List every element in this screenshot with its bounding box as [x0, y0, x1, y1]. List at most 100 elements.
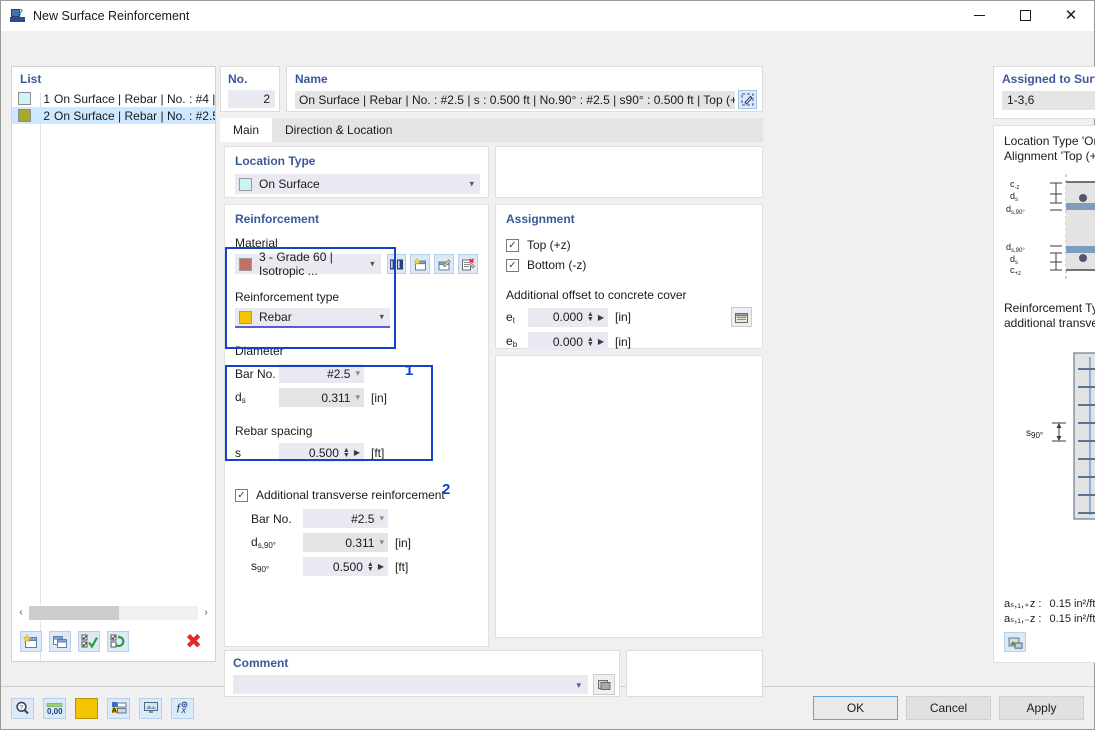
svg-text:ds,90°: ds,90° — [1006, 242, 1025, 254]
view-icon[interactable] — [139, 697, 162, 719]
transverse-reinforcement-checkbox[interactable]: ✓ — [235, 488, 248, 502]
et-value: 0.000 — [552, 310, 583, 324]
top-checkbox[interactable]: ✓ — [506, 238, 519, 252]
scroll-thumb[interactable] — [29, 605, 119, 620]
bar-no-select[interactable]: #2.5 ▾ — [279, 364, 364, 383]
list-item[interactable]: 2 On Surface | Rebar | No. : #2.5 | s : … — [12, 107, 215, 124]
delete-item-button[interactable]: ✖ — [185, 631, 202, 651]
chevron-down-icon: ▾ — [379, 311, 384, 322]
ds-input[interactable]: 0.311 ▾ — [279, 388, 364, 407]
item-label: On Surface | Rebar | No. : #4 | s : 0.50… — [54, 91, 215, 106]
location-type-select[interactable]: On Surface ▾ — [235, 174, 480, 194]
eb-value: 0.000 — [552, 334, 583, 349]
name-input[interactable]: On Surface | Rebar | No. : #2.5 | s : 0.… — [295, 90, 735, 109]
list-rows: 1 On Surface | Rebar | No. : #4 | s : 0.… — [12, 90, 215, 124]
footer-tools: ? 0,00 A f x — [11, 697, 194, 719]
tab-main[interactable]: Main — [220, 118, 273, 142]
reinforcement-group: Reinforcement Material 3 - Grade 60 | Is… — [224, 204, 489, 647]
number-field-group: No. 2 — [220, 66, 280, 112]
display-properties-icon[interactable]: A — [107, 697, 130, 719]
apply-button[interactable]: Apply — [999, 696, 1084, 720]
number-input[interactable]: 2 — [228, 90, 275, 108]
comment-library-icon[interactable] — [593, 674, 615, 695]
t-bar-no-value: #2.5 — [351, 511, 375, 526]
offset-preview-icon[interactable] — [731, 307, 752, 327]
item-number: 2 — [43, 108, 50, 123]
reinforcement-label: Reinforcement — [235, 212, 320, 226]
s-unit: [ft] — [371, 445, 385, 460]
new-material-icon[interactable] — [410, 254, 431, 274]
highlight-number-2: 2 — [442, 481, 451, 498]
formula-icon[interactable]: f x — [171, 697, 194, 719]
t-ds-unit: [in] — [395, 535, 412, 550]
scroll-left-arrow[interactable]: ‹ — [13, 604, 29, 621]
assignment-group: Assignment ✓ Top (+z) ✓ Bottom (-z) Addi… — [495, 204, 763, 351]
result-value-1: 0.15 in²/ft — [1049, 598, 1095, 610]
s-input[interactable]: 0.500 ▲ ▼ ▶ — [279, 443, 364, 462]
assigned-surfaces-input[interactable]: 1-3,6 — [1002, 91, 1095, 110]
reinforcement-type-select[interactable]: Rebar ▾ — [235, 308, 390, 328]
result-label-1: aₛ,₁,₊ᴢ : — [1004, 598, 1042, 610]
t-ds-label: ds,90° — [251, 535, 277, 550]
expand-arrow-icon[interactable]: ▶ — [354, 448, 360, 457]
units-decimal-icon[interactable]: 0,00 — [43, 697, 66, 719]
info-line-1: Location Type 'On Surface' — [1004, 134, 1095, 148]
cross-section-diagram: z y — [1004, 172, 1095, 287]
spinner-icon[interactable]: ▲ ▼ — [367, 561, 374, 573]
edit-name-icon[interactable] — [738, 90, 757, 109]
spinner-icon[interactable]: ▲ ▼ — [343, 447, 350, 459]
material-library-icon[interactable] — [386, 254, 407, 274]
assignment-bottom-row[interactable]: ✓ Bottom (-z) — [506, 258, 752, 272]
t-s-input[interactable]: 0.500 ▲ ▼ ▶ — [303, 557, 388, 576]
comment-label: Comment — [233, 656, 289, 670]
et-input[interactable]: 0.000 ▲ ▼ ▶ — [528, 307, 608, 327]
close-button[interactable]: ✕ — [1048, 1, 1094, 30]
copy-item-button[interactable] — [49, 630, 71, 652]
select-all-button[interactable] — [78, 630, 100, 652]
ds-label: ds — [235, 390, 246, 405]
top-label: Top (+z) — [527, 238, 571, 252]
invert-selection-button[interactable] — [107, 630, 129, 652]
cancel-button[interactable]: Cancel — [906, 696, 991, 720]
chevron-down-icon: ▾ — [379, 537, 384, 547]
spinner-icon[interactable]: ▲ ▼ — [587, 336, 594, 348]
expand-arrow-icon[interactable]: ▶ — [598, 337, 604, 346]
item-color-swatch — [18, 92, 31, 105]
material-select[interactable]: 3 - Grade 60 | Isotropic ... ▾ — [235, 250, 381, 278]
bottom-label: Bottom (-z) — [527, 258, 587, 272]
color-swatch-icon[interactable] — [75, 697, 98, 719]
minimize-button[interactable] — [956, 1, 1002, 30]
list-item[interactable]: 1 On Surface | Rebar | No. : #4 | s : 0.… — [12, 90, 215, 107]
bottom-checkbox[interactable]: ✓ — [506, 258, 519, 272]
expand-arrow-icon[interactable]: ▶ — [598, 313, 604, 322]
assignment-top-row[interactable]: ✓ Top (+z) — [506, 238, 752, 252]
tab-direction-location[interactable]: Direction & Location — [272, 118, 406, 142]
edit-material-icon[interactable] — [434, 254, 455, 274]
expand-arrow-icon[interactable]: ▶ — [378, 562, 384, 571]
maximize-button[interactable] — [1002, 1, 1048, 30]
scroll-track[interactable] — [29, 605, 198, 620]
mesh-diagram: s90° s — [1004, 343, 1095, 561]
result-value-3: 0.15 in²/ft — [1049, 613, 1095, 625]
t-bar-no-select[interactable]: #2.5 ▾ — [303, 509, 388, 528]
comment-input[interactable]: ▾ — [233, 675, 588, 694]
title-bar: ? New Surface Reinforcement ✕ — [1, 1, 1094, 31]
right-column: Assigned to Surfaces No. 1-3,6 Location … — [993, 66, 1095, 663]
delete-material-icon[interactable] — [458, 254, 478, 274]
window-buttons: ✕ — [956, 1, 1094, 30]
assignment-label: Assignment — [506, 212, 575, 226]
list-horizontal-scrollbar[interactable]: ‹ › — [13, 604, 214, 621]
reinforcement-list[interactable]: List 1 On Surface | Rebar | No. : #4 | s… — [11, 66, 216, 663]
ok-button[interactable]: OK — [813, 696, 898, 720]
result-label-3: aₛ,₁,₋ᴢ : — [1004, 613, 1042, 625]
t-ds-input[interactable]: 0.311 ▾ — [303, 533, 388, 552]
search-icon[interactable]: ? — [11, 697, 34, 719]
svg-text:c-z: c-z — [1010, 179, 1020, 191]
eb-input[interactable]: 0.000 ▲ ▼ ▶ — [528, 332, 608, 351]
new-item-button[interactable] — [20, 630, 42, 652]
results-image-icon[interactable] — [1004, 632, 1026, 652]
spinner-icon[interactable]: ▲ ▼ — [587, 311, 594, 323]
window-title: New Surface Reinforcement — [33, 8, 190, 23]
item-number: 1 — [43, 91, 50, 106]
scroll-right-arrow[interactable]: › — [198, 604, 214, 621]
